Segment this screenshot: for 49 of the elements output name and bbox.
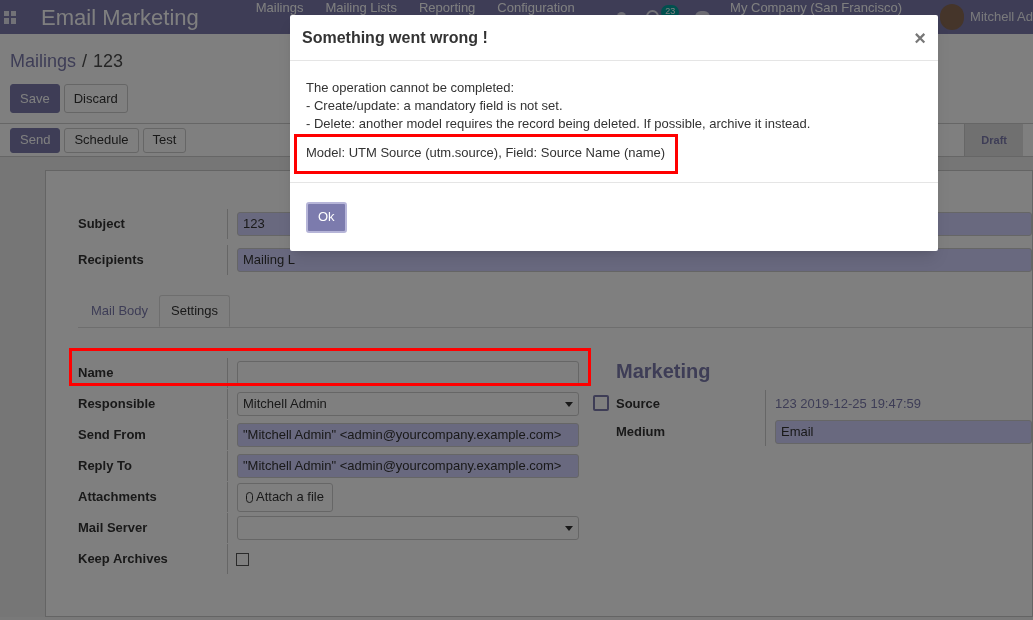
- field-label: Mail Server: [78, 513, 228, 543]
- checkbox[interactable]: [236, 552, 249, 566]
- attach-button[interactable]: Attach a file: [237, 482, 333, 512]
- menu-item[interactable]: Reporting: [419, 1, 476, 14]
- field-label: Medium: [616, 418, 766, 446]
- caret-icon: [565, 525, 573, 531]
- input-field[interactable]: [237, 361, 579, 385]
- message-line: - Create/update: a mandatory field is not set.: [306, 97, 564, 115]
- breadcrumb-separator: /: [82, 50, 88, 73]
- error-detail: Model: UTM Source (utm.source), Field: Source Name (name): [306, 145, 666, 160]
- dialog-title: Something went wrong !: [302, 27, 488, 48]
- caret-icon: [565, 401, 573, 407]
- message-line: - Delete: another model requires the record being deleted. If possible, archive it instead.: [306, 115, 812, 133]
- field-label: Subject: [78, 209, 228, 239]
- input-field[interactable]: "Mitchell Admin" <admin@yourcompany.example.com>: [237, 423, 579, 447]
- apps-icon[interactable]: [4, 10, 17, 24]
- menu-item[interactable]: Configuration: [497, 1, 575, 14]
- primary-button[interactable]: Save: [10, 84, 60, 113]
- external-link-icon[interactable]: [593, 395, 609, 411]
- field-label: Name: [78, 358, 228, 388]
- company-switcher[interactable]: My Company (San Francisco): [730, 1, 902, 14]
- tab[interactable]: Mail Body: [80, 295, 160, 327]
- field-label: Keep Archives: [78, 544, 228, 574]
- primary-button[interactable]: Send: [10, 127, 61, 153]
- select-field[interactable]: [237, 516, 579, 540]
- field-label: Recipients: [78, 245, 228, 275]
- secondary-button[interactable]: Schedule: [64, 127, 139, 153]
- input-field[interactable]: Email: [775, 420, 1032, 444]
- secondary-button[interactable]: Test: [142, 127, 187, 153]
- app-title: Email Marketing: [41, 3, 199, 32]
- field-label: Source: [616, 390, 766, 418]
- field-label: Send From: [78, 420, 228, 450]
- close-button[interactable]: ×: [914, 27, 926, 48]
- field-label: Responsible: [78, 389, 228, 419]
- select-field[interactable]: Mitchell Admin: [237, 392, 579, 416]
- avatar-icon[interactable]: [940, 4, 965, 30]
- breadcrumb-current: 123: [93, 50, 124, 73]
- input-field[interactable]: "Mitchell Admin" <admin@yourcompany.example.com>: [237, 454, 579, 478]
- breadcrumb-link[interactable]: Mailings: [10, 48, 77, 75]
- field-label: Attachments: [78, 482, 228, 512]
- menu-item[interactable]: Mailings: [255, 1, 304, 14]
- field-label: Reply To: [78, 451, 228, 481]
- ok-button[interactable]: Ok: [306, 201, 347, 233]
- secondary-button[interactable]: Discard: [63, 84, 128, 113]
- section-title: Marketing: [616, 359, 712, 384]
- menu-item[interactable]: Mailing Lists: [325, 1, 397, 14]
- tab[interactable]: Settings: [159, 295, 231, 327]
- field-value: 123 2019-12-25 19:47:59: [775, 395, 921, 414]
- message-line: The operation cannot be completed:: [306, 79, 516, 97]
